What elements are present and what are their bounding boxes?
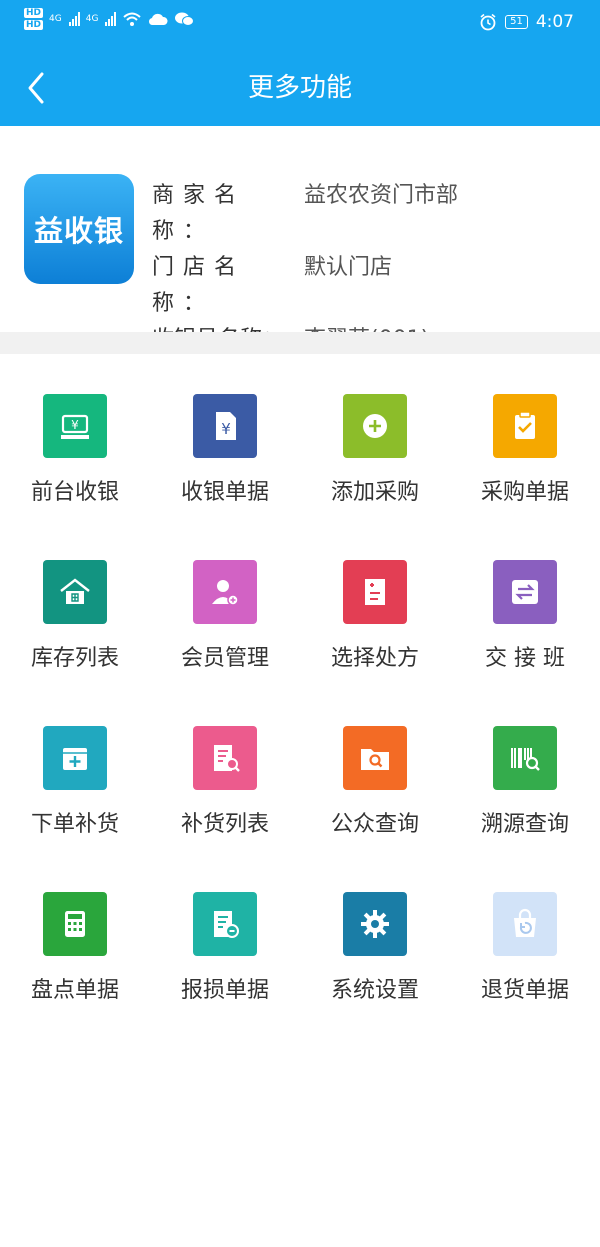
document-search-icon xyxy=(193,726,257,790)
grid-item-return-docs[interactable]: 退货单据 xyxy=(450,852,600,1012)
grid-item-label: 盘点单据 xyxy=(30,978,119,1003)
grid-item-purchase-docs[interactable]: 采购单据 xyxy=(450,354,600,514)
app-header: HD HD 4G 4G 51 4:07 更多功能 xyxy=(0,0,600,126)
grid-item-damage-docs[interactable]: 报损单据 xyxy=(150,852,300,1012)
merchant-name-row: 商家名称： 益农农资门市部 xyxy=(152,178,458,250)
grid-item-settings[interactable]: 系统设置 xyxy=(300,852,450,1012)
grid-item-front-cashier[interactable]: ¥ 前台收银 xyxy=(0,354,150,514)
merchant-name-value: 益农农资门市部 xyxy=(304,183,459,208)
grid-item-label: 溯源查询 xyxy=(480,812,569,837)
status-right: 51 4:07 xyxy=(479,12,574,32)
damage-document-icon xyxy=(193,892,257,956)
grid-item-member[interactable]: 会员管理 xyxy=(150,520,300,680)
grid-item-label: 收银单据 xyxy=(180,480,269,505)
status-left: HD HD 4G 4G xyxy=(24,8,195,30)
network-left: 4G xyxy=(49,13,62,24)
grid-item-shift-handover[interactable]: 交 接 班 xyxy=(450,520,600,680)
grid-item-trace-query[interactable]: 溯源查询 xyxy=(450,686,600,846)
grid-item-prescription[interactable]: 选择处方 xyxy=(300,520,450,680)
grid-item-label: 采购单据 xyxy=(480,480,569,505)
calculator-icon xyxy=(43,892,107,956)
grid-item-label: 补货列表 xyxy=(180,812,269,837)
cash-register-icon: ¥ xyxy=(43,394,107,458)
grid-item-label: 公众查询 xyxy=(330,812,419,837)
merchant-info-card: 益收银 商家名称： 益农农资门市部 门店名称： 默认门店 收银员名称： 李翠芳(… xyxy=(0,126,600,352)
grid-item-label: 下单补货 xyxy=(30,812,119,837)
logo-text: 益收银 xyxy=(33,214,124,248)
app-logo: 益收银 xyxy=(24,174,134,284)
grid-item-reorder[interactable]: 下单补货 xyxy=(0,686,150,846)
status-time: 4:07 xyxy=(535,12,574,32)
grid-item-label: 前台收银 xyxy=(30,480,119,505)
grid-item-label: 库存列表 xyxy=(30,646,119,671)
signal-icon-2 xyxy=(105,12,117,26)
signal-icon xyxy=(68,12,80,26)
gear-icon xyxy=(343,892,407,956)
grid-item-label: 会员管理 xyxy=(180,646,269,671)
warehouse-icon xyxy=(43,560,107,624)
grid-item-label: 交 接 班 xyxy=(485,646,565,671)
grid-item-public-query[interactable]: 公众查询 xyxy=(300,686,450,846)
wifi-icon xyxy=(123,12,142,26)
merchant-details: 商家名称： 益农农资门市部 门店名称： 默认门店 收银员名称： 李翠芳(001) xyxy=(152,178,458,358)
yen-document-icon: ¥ xyxy=(193,394,257,458)
grid-item-cashier-docs[interactable]: ¥ 收银单据 xyxy=(150,354,300,514)
prescription-icon xyxy=(343,560,407,624)
battery-icon: 51 xyxy=(505,15,528,29)
store-name-row: 门店名称： 默认门店 xyxy=(152,250,458,322)
merchant-name-label: 商家名称： xyxy=(152,183,246,244)
grid-item-reorder-list[interactable]: 补货列表 xyxy=(150,686,300,846)
grid-item-label: 系统设置 xyxy=(330,978,419,1003)
user-add-icon xyxy=(193,560,257,624)
page-title: 更多功能 xyxy=(247,73,352,103)
folder-search-icon xyxy=(343,726,407,790)
alarm-icon xyxy=(480,13,496,31)
grid-item-label: 选择处方 xyxy=(330,646,419,671)
grid-item-add-purchase[interactable]: 添加采购 xyxy=(300,354,450,514)
swap-arrows-icon xyxy=(493,560,557,624)
clipboard-check-icon xyxy=(493,394,557,458)
store-name-label: 门店名称： xyxy=(152,255,246,316)
grid-item-stocktake[interactable]: 盘点单据 xyxy=(0,852,150,1012)
grid-item-label: 报损单据 xyxy=(180,978,269,1003)
wechat-icon xyxy=(175,12,195,26)
hd-icon: HD HD xyxy=(24,8,44,30)
cloud-icon xyxy=(149,13,168,26)
grid-item-label: 添加采购 xyxy=(330,480,419,505)
grid-item-label: 退货单据 xyxy=(480,978,569,1003)
svg-text:¥: ¥ xyxy=(221,420,231,438)
barcode-search-icon xyxy=(493,726,557,790)
section-divider xyxy=(0,332,600,354)
grid-item-inventory[interactable]: 库存列表 xyxy=(0,520,150,680)
network-right: 4G xyxy=(85,13,99,24)
box-plus-icon xyxy=(43,726,107,790)
svg-text:¥: ¥ xyxy=(71,418,79,432)
store-name-value: 默认门店 xyxy=(304,255,393,280)
plus-circle-icon xyxy=(343,394,407,458)
return-bag-icon xyxy=(493,892,557,956)
status-bar: HD HD 4G 4G 51 4:07 xyxy=(0,0,600,46)
